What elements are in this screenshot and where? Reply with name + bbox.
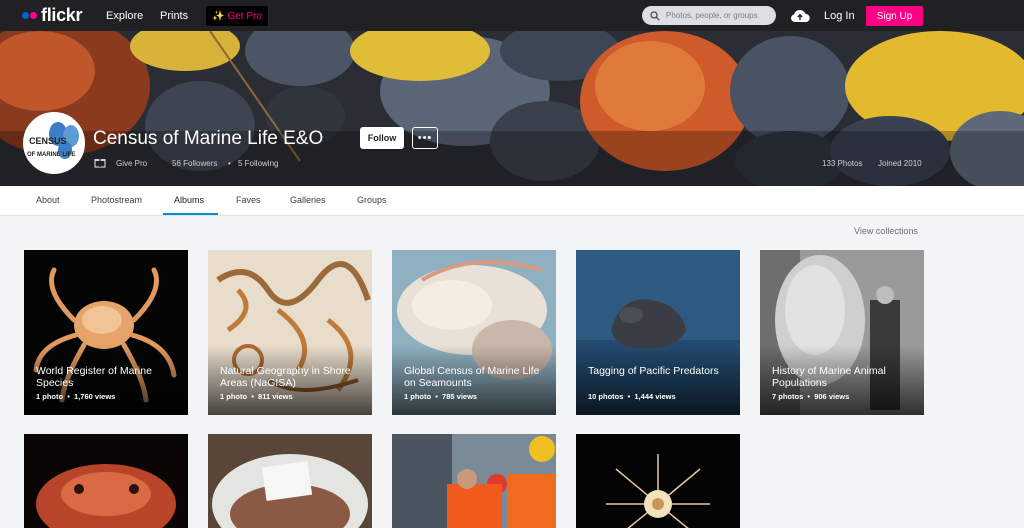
album-title: History of Marine Animal Populations — [772, 365, 886, 389]
sparkle-icon: ✨ — [212, 10, 225, 22]
gift-icon[interactable] — [94, 156, 106, 168]
profile-tabs: About Photostream Albums Faves Galleries… — [0, 186, 1024, 216]
avatar-text-marine: OF MARINE LIFE — [27, 152, 75, 158]
album-card[interactable]: Tagging of Pacific Predators 10 photos •… — [576, 250, 740, 415]
album-meta: 10 photos • 1,444 views — [588, 392, 676, 401]
get-pro-label: Get Pro — [227, 10, 262, 22]
tab-photostream[interactable]: Photostream — [91, 195, 142, 205]
search-icon — [650, 10, 660, 21]
album-meta: 7 photos • 906 views — [772, 392, 850, 401]
tab-groups[interactable]: Groups — [357, 195, 387, 205]
logo-blue-dot — [22, 12, 29, 19]
album-cover-sample-bucket — [208, 434, 372, 528]
avatar-text-census: CENSUS — [29, 136, 67, 146]
cover-photo — [0, 31, 1024, 186]
signup-button[interactable]: Sign Up — [866, 6, 923, 26]
search-box[interactable] — [642, 6, 776, 25]
album-card[interactable] — [392, 434, 556, 528]
active-tab-indicator — [163, 213, 218, 215]
search-input[interactable] — [666, 11, 766, 20]
cover-image — [0, 31, 1024, 186]
nav-prints[interactable]: Prints — [160, 10, 188, 22]
tab-galleries[interactable]: Galleries — [290, 195, 326, 205]
nav-explore[interactable]: Explore — [106, 10, 143, 22]
logo-pink-dot — [30, 12, 37, 19]
separator-dot: • — [228, 159, 231, 168]
follow-button[interactable]: Follow — [360, 127, 404, 149]
album-card[interactable] — [208, 434, 372, 528]
album-title: Global Census of Marine Life on Seamount… — [404, 365, 540, 389]
tab-about[interactable]: About — [36, 195, 60, 205]
album-meta: 1 photo • 785 views — [404, 392, 478, 401]
tab-faves[interactable]: Faves — [236, 195, 261, 205]
top-nav-bar: flickr Explore Prints ✨ Get Pro Log In S… — [0, 0, 1024, 31]
logo-text: flickr — [41, 5, 83, 25]
tab-albums[interactable]: Albums — [174, 195, 204, 205]
album-meta: 1 photo • 811 views — [220, 392, 293, 401]
album-title: World Register of Marine Species — [36, 365, 152, 389]
album-title: Tagging of Pacific Predators — [588, 365, 719, 377]
avatar-logo: CENSUS OF MARINE LIFE — [25, 114, 83, 172]
profile-avatar[interactable]: CENSUS OF MARINE LIFE — [23, 112, 85, 174]
album-card[interactable]: Global Census of Marine Life on Seamount… — [392, 250, 556, 415]
more-options-button[interactable]: ••• — [412, 127, 438, 149]
followers-link[interactable]: 56 Followers — [172, 159, 217, 168]
login-link[interactable]: Log In — [824, 10, 855, 22]
album-cover-radiolarian — [576, 434, 740, 528]
album-title: Natural Geography in Shore Areas (NaGISA… — [220, 365, 351, 389]
joined-date: Joined 2010 — [878, 159, 922, 168]
album-cover-researchers — [392, 434, 556, 528]
flickr-logo[interactable]: flickr — [22, 5, 83, 26]
album-card[interactable] — [24, 434, 188, 528]
album-card[interactable]: World Register of Marine Species 1 photo… — [24, 250, 188, 415]
album-card[interactable]: History of Marine Animal Populations 7 p… — [760, 250, 924, 415]
give-pro-link[interactable]: Give Pro — [116, 159, 147, 168]
album-card[interactable] — [576, 434, 740, 528]
profile-name: Census of Marine Life E&O — [93, 128, 324, 149]
photos-count: 133 Photos — [822, 159, 863, 168]
album-meta: 1 photo • 1,760 views — [36, 392, 116, 401]
get-pro-button[interactable]: ✨ Get Pro — [206, 6, 268, 26]
album-card[interactable]: Natural Geography in Shore Areas (NaGISA… — [208, 250, 372, 415]
following-link[interactable]: 5 Following — [238, 159, 278, 168]
view-collections-link[interactable]: View collections — [854, 226, 918, 236]
album-cover-red-crab — [24, 434, 188, 528]
upload-cloud-icon[interactable] — [790, 9, 810, 23]
